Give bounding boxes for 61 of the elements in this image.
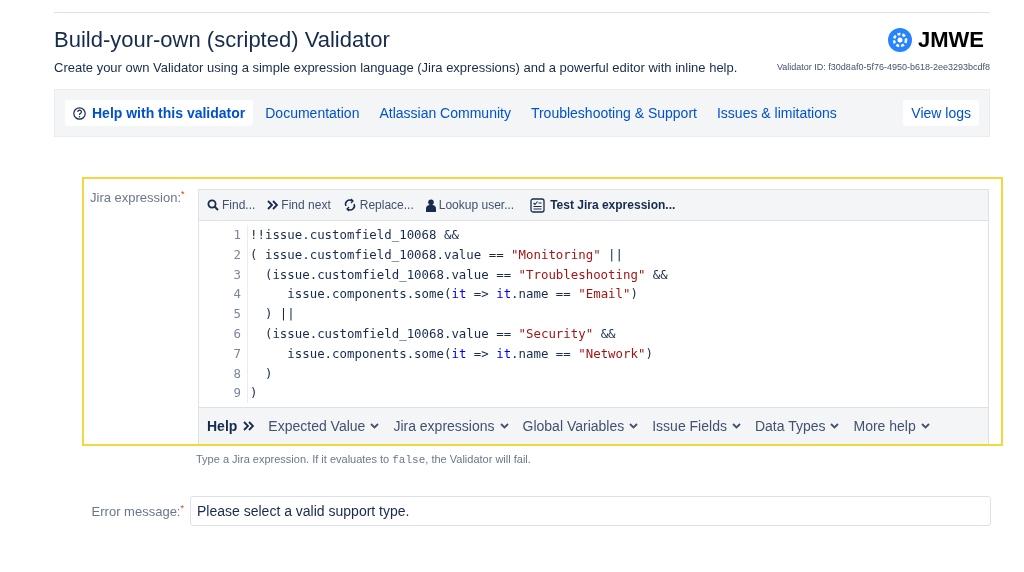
line-number: 8 bbox=[232, 364, 241, 383]
caret-icon bbox=[920, 423, 930, 430]
line-number: 7 bbox=[232, 344, 241, 363]
caret-icon bbox=[731, 423, 741, 430]
checklist-icon bbox=[530, 197, 546, 213]
field-label: Jira expression:$^{*}$ bbox=[90, 189, 186, 208]
line-number: 2 bbox=[232, 245, 241, 264]
code-line: !!issue.customfield_10068 && bbox=[250, 226, 460, 244]
page-description: Create your own Validator using a simple expression language (Jira expressions) and a powerful editor with inline help. bbox=[54, 59, 739, 77]
nav-link[interactable]: Troubleshooting & Support bbox=[522, 100, 705, 126]
toolbar-button[interactable]: Test Jira expression... bbox=[530, 197, 676, 213]
help-menu[interactable]: Issue Fields bbox=[652, 418, 741, 435]
error-message-field[interactable]: Please select a valid support type. bbox=[190, 496, 991, 527]
help-menu[interactable]: Global Variables bbox=[522, 418, 639, 435]
caret-icon bbox=[629, 423, 639, 430]
toolbar-button[interactable]: Lookup user... bbox=[425, 198, 515, 212]
double-chevron-icon bbox=[243, 421, 255, 432]
line-number: 1 bbox=[232, 226, 241, 244]
code-line: ) || bbox=[263, 305, 296, 324]
toolbar-button[interactable]: Replace... bbox=[342, 198, 414, 212]
person-icon bbox=[425, 198, 436, 212]
code-line: (issue.customfield_10068.value == "Security" && bbox=[263, 325, 617, 343]
view-logs-button[interactable]: View logs bbox=[903, 100, 979, 126]
line-number: 9 bbox=[232, 384, 241, 403]
line-number: 5 bbox=[232, 305, 241, 324]
logo-text: JMWE bbox=[918, 27, 984, 53]
toolbar-button[interactable]: Find... bbox=[207, 198, 256, 212]
nav-link[interactable]: Issues & limitations bbox=[708, 100, 845, 126]
nav-link[interactable]: Atlassian Community bbox=[371, 100, 519, 126]
help-menu[interactable]: Expected Value bbox=[268, 418, 380, 435]
circular-arrows-icon bbox=[342, 198, 357, 212]
caret-icon bbox=[370, 423, 380, 430]
search-icon bbox=[207, 199, 219, 211]
code-line: issue.components.some(it => it.name == "Email") bbox=[286, 285, 639, 304]
help-menu[interactable]: Data Types bbox=[754, 418, 840, 435]
required-mark: * bbox=[181, 189, 185, 199]
help-heading: Help bbox=[207, 418, 255, 435]
field-label: Error message:$^{*}$ bbox=[90, 503, 185, 520]
nav-link[interactable]: Documentation bbox=[257, 100, 368, 126]
code-line: ) bbox=[250, 384, 259, 403]
page-title: Build-your-own (scripted) Validator bbox=[54, 27, 390, 53]
code-line: ( issue.customfield_10068.value == "Monitoring" || bbox=[250, 245, 624, 264]
code-editor[interactable] bbox=[198, 189, 989, 445]
line-number: 3 bbox=[232, 265, 241, 284]
caret-icon bbox=[830, 423, 840, 430]
double-chevron-icon bbox=[267, 200, 279, 210]
required-mark: * bbox=[180, 503, 184, 513]
code-line: ) bbox=[263, 364, 274, 383]
help-menu[interactable]: Jira expressions bbox=[393, 418, 509, 435]
toolbar-button[interactable]: Find next bbox=[267, 198, 331, 212]
code-line: issue.components.some(it => it.name == "Network") bbox=[286, 344, 654, 363]
gear-logo-icon bbox=[887, 27, 913, 53]
validator-id: Validator ID: f30d8af0-5f76-4950-b618-2ee3293bcdf8 bbox=[777, 62, 990, 72]
line-number: 4 bbox=[232, 285, 241, 304]
line-number: 6 bbox=[232, 325, 241, 343]
field-hint: Type a Jira expression. If it evaluates to false, the Validator will fail. bbox=[196, 453, 532, 467]
help-menu[interactable]: More help bbox=[853, 418, 930, 435]
question-icon bbox=[73, 106, 86, 120]
help-tab[interactable]: Help with this validator bbox=[65, 100, 254, 126]
caret-icon bbox=[499, 423, 509, 430]
code-line: (issue.customfield_10068.value == "Troubleshooting" && bbox=[263, 265, 668, 284]
